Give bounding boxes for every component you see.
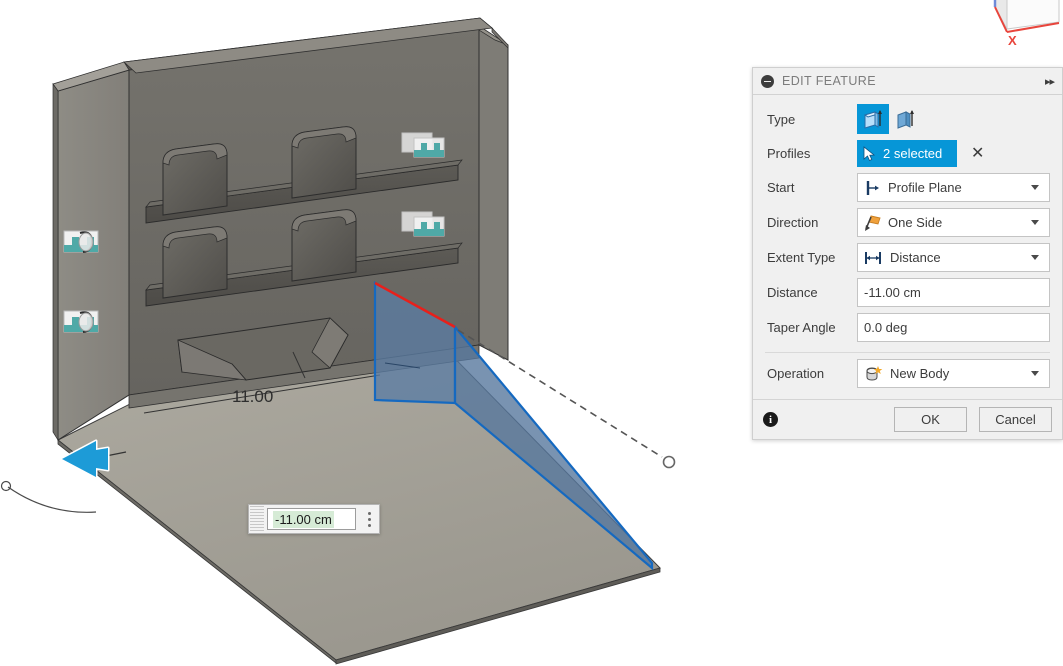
info-icon[interactable]: i	[763, 412, 778, 427]
extent-type-value: Distance	[890, 250, 941, 265]
profiles-selection-chip[interactable]: 2 selected	[857, 140, 957, 167]
chevron-down-icon[interactable]	[1031, 371, 1039, 376]
model-canvas[interactable]: 11.00	[0, 0, 752, 666]
new-body-icon	[866, 365, 883, 381]
row-extent-type: Extent Type Distance	[753, 240, 1062, 275]
operation-dropdown[interactable]: New Body	[857, 359, 1050, 388]
dimension-box-grip[interactable]	[250, 506, 264, 532]
row-direction-label: Direction	[767, 215, 819, 230]
dialog-divider	[765, 352, 1050, 353]
row-type: Type	[753, 101, 1062, 137]
start-dropdown[interactable]: Profile Plane	[857, 173, 1050, 202]
row-profiles-label: Profiles	[767, 146, 811, 161]
dialog-body: Type Profiles 2 selected ✕ Start Profile…	[753, 95, 1062, 391]
row-distance-label: Distance	[767, 285, 818, 300]
row-start: Start Profile Plane	[753, 170, 1062, 205]
profiles-selection-count: 2 selected	[883, 146, 943, 161]
model-cabinet-right-wall[interactable]	[478, 25, 509, 361]
row-operation: Operation New Body	[753, 356, 1062, 391]
cad-application-window: 11.00 -11.00 cm FRONT R	[0, 0, 1063, 666]
ok-button[interactable]: OK	[894, 407, 967, 432]
row-type-label: Type	[767, 111, 796, 127]
three-dots-vertical-icon[interactable]	[359, 505, 379, 533]
extrude-surface-icon[interactable]	[889, 104, 921, 134]
dialog-title: EDIT FEATURE	[782, 74, 876, 88]
profile-plane-icon	[866, 180, 879, 195]
one-side-arrow-icon	[865, 214, 881, 231]
chevron-down-icon[interactable]	[1031, 255, 1039, 260]
double-chevron-right-icon[interactable]: ▸▸	[1045, 75, 1055, 88]
view-cube[interactable]: FRONT RIGHT X	[955, 0, 1063, 57]
cancel-button[interactable]: Cancel	[979, 407, 1052, 432]
extrude-drag-handle	[662, 455, 676, 469]
dialog-footer: i OK Cancel	[753, 399, 1062, 439]
row-taper-angle-label: Taper Angle	[767, 320, 836, 335]
dialog-header[interactable]: EDIT FEATURE ▸▸	[753, 68, 1062, 95]
dimension-value-label[interactable]: 11.00	[232, 387, 273, 406]
operation-value: New Body	[890, 366, 950, 381]
dimension-value-input[interactable]: -11.00 cm	[267, 508, 356, 530]
row-direction: Direction One Side	[753, 205, 1062, 240]
row-extent-type-label: Extent Type	[767, 250, 836, 265]
chevron-down-icon[interactable]	[1031, 185, 1039, 190]
clear-selection-icon[interactable]: ✕	[971, 145, 984, 162]
edit-feature-dialog[interactable]: EDIT FEATURE ▸▸ Type Profiles 2 selected…	[752, 67, 1063, 440]
collapse-circle-icon[interactable]	[761, 74, 774, 88]
row-profiles: Profiles 2 selected ✕	[753, 137, 1062, 170]
row-taper-angle: Taper Angle 0.0 deg	[753, 310, 1062, 345]
start-value: Profile Plane	[888, 180, 962, 195]
joint-icon-left-upper[interactable]	[63, 230, 99, 253]
3d-viewport[interactable]: 11.00 -11.00 cm	[0, 0, 752, 666]
row-distance: Distance -11.00 cm	[753, 275, 1062, 310]
distance-icon	[865, 251, 881, 264]
extent-type-dropdown[interactable]: Distance	[857, 243, 1050, 272]
chevron-down-icon[interactable]	[1031, 220, 1039, 225]
distance-input[interactable]: -11.00 cm	[857, 278, 1050, 307]
dimension-edit-box[interactable]: -11.00 cm	[248, 504, 380, 534]
dimension-input-text: -11.00 cm	[273, 510, 334, 528]
joint-icon-left-lower[interactable]	[63, 310, 99, 333]
direction-value: One Side	[888, 215, 943, 230]
row-operation-label: Operation	[767, 366, 825, 381]
taper-angle-input[interactable]: 0.0 deg	[857, 313, 1050, 342]
extrude-solid-icon[interactable]	[857, 104, 889, 134]
direction-dropdown[interactable]: One Side	[857, 208, 1050, 237]
row-start-label: Start	[767, 180, 795, 195]
view-cube-axis-label: X	[1008, 33, 1017, 48]
cursor-arrow-icon	[863, 145, 876, 161]
